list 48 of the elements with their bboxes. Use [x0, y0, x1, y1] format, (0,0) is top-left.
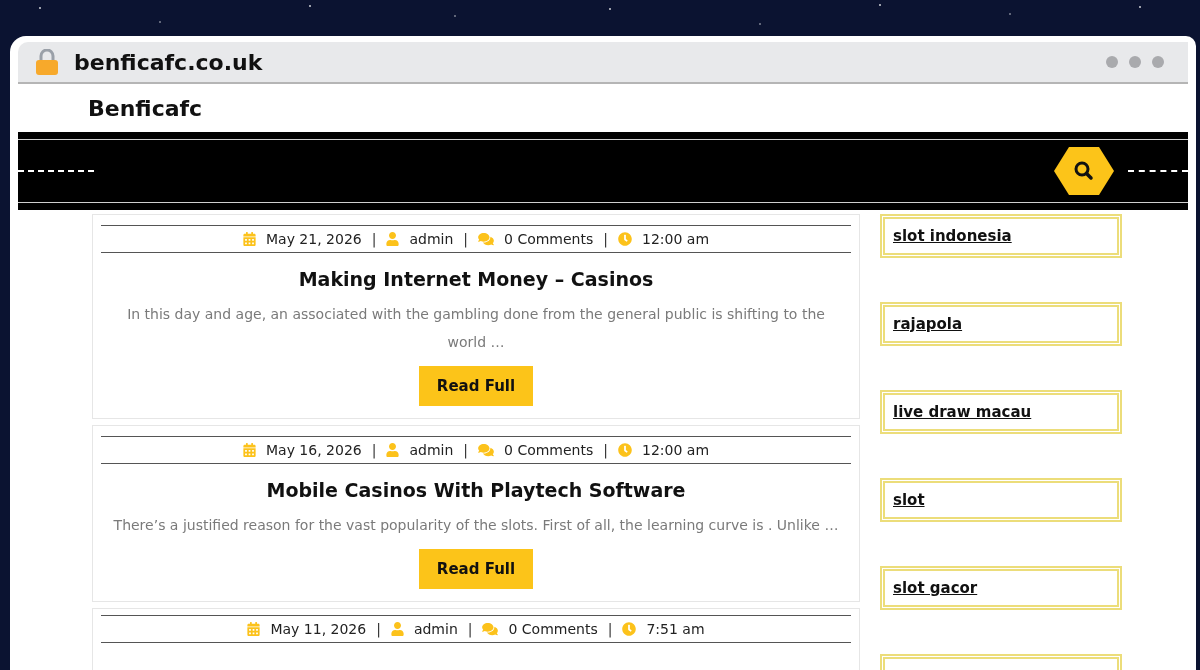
author-link[interactable]: admin [413, 620, 458, 638]
read-full-button[interactable]: Read Full [418, 365, 534, 406]
meta-separator: | [603, 230, 608, 248]
post-date-link[interactable]: May 11, 2026 [270, 620, 367, 638]
meta-separator: | [371, 230, 377, 248]
padlock-icon [36, 49, 58, 75]
meta-separator: | [376, 620, 381, 638]
clock-icon [618, 232, 632, 246]
comments-icon [482, 622, 499, 636]
read-full-button[interactable]: Read Full [418, 548, 534, 589]
sidebar-link[interactable]: slot [893, 488, 925, 512]
post-title[interactable]: Making Internet Money – Casinos [298, 265, 654, 294]
site-title[interactable]: Benficafc [88, 91, 203, 125]
meta-separator: | [607, 620, 613, 638]
calendar-icon [242, 232, 256, 246]
post-date-link[interactable]: May 21, 2026 [265, 230, 362, 248]
sidebar-link[interactable]: rajapola [893, 312, 963, 336]
post-excerpt: There’s a justified reason for the vast popularity of the slots. First of all, the learning curve is . Unlike … [112, 515, 840, 535]
comments-link[interactable]: 0 Comments [504, 441, 594, 459]
address-bar-url[interactable]: benficafc.co.uk [74, 45, 263, 79]
user-icon [386, 443, 400, 457]
meta-separator: | [371, 441, 377, 459]
calendar-icon [247, 622, 261, 636]
post-date-link[interactable]: May 16, 2026 [265, 441, 362, 459]
post-time: 12:00 am [642, 441, 709, 459]
calendar-icon [242, 443, 256, 457]
post-time: 12:00 am [642, 230, 709, 248]
search-button[interactable] [1054, 147, 1114, 195]
meta-separator: | [467, 620, 473, 638]
comments-icon [478, 232, 495, 246]
post-time: 7:51 am [646, 620, 705, 638]
meta-separator: | [463, 230, 469, 248]
user-icon [386, 232, 400, 246]
post-excerpt: In this day and age, an associated with the gambling done from the general public is shifting to the world … [126, 304, 826, 352]
meta-separator: | [603, 441, 608, 459]
comments-icon [478, 443, 495, 457]
author-link[interactable]: admin [409, 441, 454, 459]
comments-link[interactable]: 0 Comments [504, 230, 594, 248]
clock-icon [618, 443, 632, 457]
clock-icon [622, 622, 637, 636]
user-icon [390, 622, 404, 636]
sidebar-link[interactable]: slot gacor [893, 576, 978, 600]
meta-separator: | [463, 441, 469, 459]
search-icon [1074, 161, 1093, 180]
window-controls-icon [1106, 56, 1164, 68]
post-title[interactable]: Mobile Casinos With Playtech Software [266, 476, 686, 505]
author-link[interactable]: admin [409, 230, 454, 248]
comments-link[interactable]: 0 Comments [508, 620, 598, 638]
